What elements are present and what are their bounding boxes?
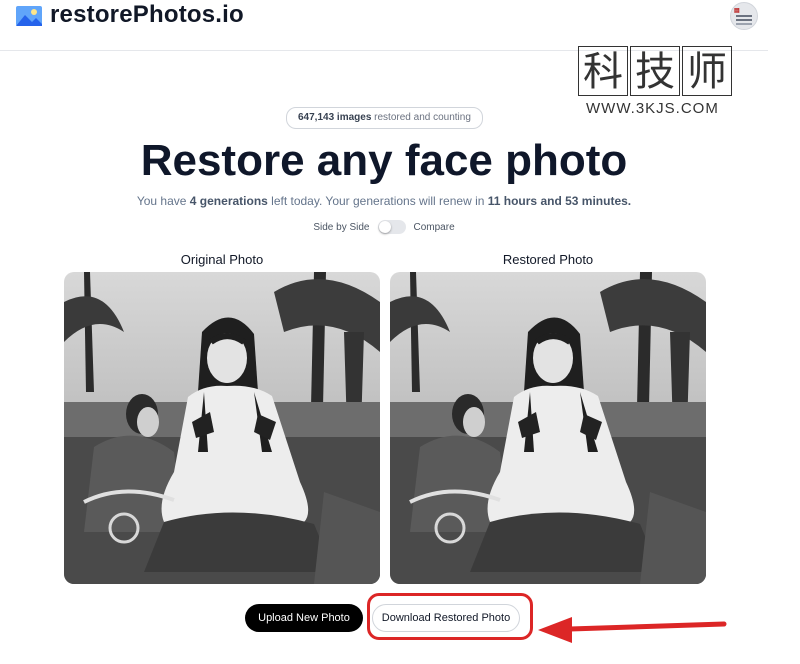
compare-label[interactable]: Compare — [414, 222, 455, 233]
restore-count-value: 647,143 images — [298, 112, 372, 123]
newspaper-icon: ▤ — [734, 8, 740, 14]
compare-switch[interactable] — [377, 220, 406, 234]
original-photo-label: Original Photo — [180, 252, 264, 267]
side-by-side-label[interactable]: Side by Side — [313, 222, 369, 233]
switch-knob — [378, 221, 391, 233]
restore-count-badge: 647,143 images restored and counting — [286, 107, 483, 129]
watermark-char: 师 — [682, 46, 732, 96]
user-avatar[interactable]: ▤ — [730, 2, 758, 30]
watermark-char: 技 — [630, 46, 680, 96]
image-logo-icon[interactable] — [16, 6, 42, 26]
original-photo — [64, 272, 380, 584]
watermark: 科 技 师 WWW.3KJS.COM — [578, 46, 734, 117]
restored-photo — [390, 272, 706, 584]
gen-count: 4 generations — [189, 194, 268, 208]
upload-new-photo-button[interactable]: Upload New Photo — [245, 604, 363, 632]
site-header: restorePhotos.io ▤ — [0, 0, 768, 51]
gen-prefix: You have — [136, 194, 190, 208]
gen-time: 11 hours and 53 minutes. — [487, 194, 632, 208]
watermark-char: 科 — [578, 46, 628, 96]
highlight-annotation — [367, 593, 533, 640]
avatar-lines — [736, 15, 752, 17]
generations-info: You have 4 generations left today. Your … — [0, 194, 768, 208]
page-title: Restore any face photo — [140, 136, 628, 185]
gen-mid: left today. Your generations will renew … — [267, 194, 488, 208]
brand-title[interactable]: restorePhotos.io — [50, 1, 244, 29]
restored-photo-label: Restored Photo — [502, 252, 594, 267]
view-mode-toggle: Side by Side Compare — [0, 220, 768, 234]
restore-count-suffix: restored and counting — [371, 112, 471, 123]
annotation-arrow-icon — [538, 617, 727, 643]
watermark-url: WWW.3KJS.COM — [586, 100, 719, 117]
